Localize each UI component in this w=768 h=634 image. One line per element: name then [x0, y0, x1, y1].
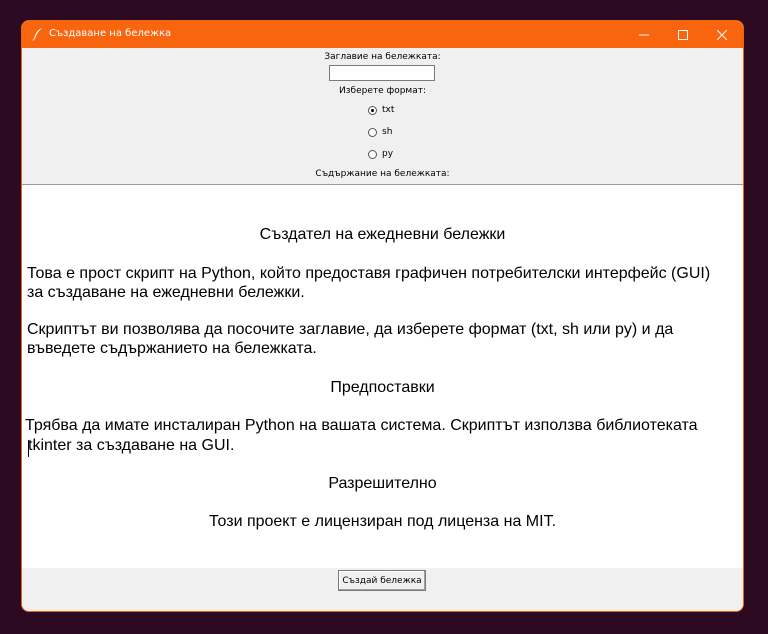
maximize-button[interactable]	[663, 21, 703, 48]
create-note-button[interactable]: Създай бележка	[338, 570, 426, 591]
radio-unselected-icon	[368, 127, 377, 137]
content-line: Този проект е лицензиран под лиценза на …	[208, 513, 557, 530]
radio-unselected-icon	[368, 149, 377, 159]
content-line: tkinter за създаване на GUI.	[28, 437, 235, 454]
text-cursor	[28, 440, 29, 457]
format-label: Изберете формат:	[339, 86, 426, 96]
maximize-icon	[678, 30, 688, 40]
minimize-button[interactable]	[624, 21, 664, 48]
content-heading: Създател на ежедневни бележки	[259, 226, 506, 243]
content-heading: Предпоставки	[330, 379, 435, 396]
content-label: Съдържание на бележката:	[315, 169, 450, 179]
note-form: Заглавие на бележката: Изберете формат: …	[22, 48, 743, 184]
radio-selected-icon	[368, 105, 377, 115]
format-radio-txt[interactable]: txt	[368, 103, 394, 117]
minimize-icon	[639, 34, 649, 36]
content-heading: Разрешително	[328, 475, 437, 492]
close-button[interactable]	[702, 21, 742, 48]
content-textarea[interactable]: Създател на ежедневни бележки Това е про…	[22, 184, 743, 568]
feather-icon	[32, 28, 42, 41]
radio-label-txt: txt	[382, 105, 395, 115]
title-label: Заглавие на бележката:	[324, 52, 441, 62]
action-bar: Създай бележка	[22, 568, 743, 611]
format-radio-py[interactable]: py	[368, 147, 393, 161]
content-line: Скриптът ви позволява да посочите заглав…	[27, 321, 674, 338]
content-line: за създаване на ежедневни бележки.	[27, 284, 305, 301]
content-line: въведете съдържанието на бележката.	[27, 340, 317, 357]
window-title: Създаване на бележка	[49, 28, 172, 39]
content-line: Трябва да имате инсталиран Python на ваш…	[25, 417, 698, 434]
radio-label-sh: sh	[382, 127, 393, 137]
format-radio-sh[interactable]: sh	[368, 125, 392, 139]
title-bar[interactable]: Създаване на бележка	[22, 21, 743, 48]
close-icon	[717, 30, 727, 40]
radio-label-py: py	[382, 149, 394, 159]
title-input[interactable]	[329, 65, 435, 81]
app-window: Създаване на бележка Заглавие на бележка…	[22, 21, 743, 611]
content-line: Това е прост скрипт на Python, който пре…	[27, 265, 711, 282]
